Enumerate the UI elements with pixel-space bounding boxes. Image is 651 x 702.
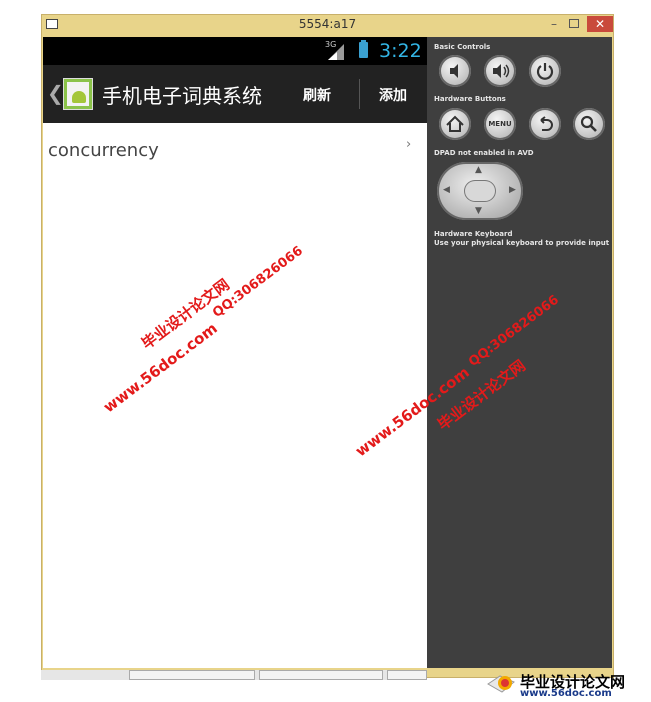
volume-down-icon xyxy=(450,64,458,78)
title-bar[interactable]: 5554:a17 – ✕ xyxy=(42,15,613,36)
power-button[interactable] xyxy=(529,55,561,87)
dpad-label: DPAD not enabled in AVD xyxy=(434,149,534,157)
maximize-button[interactable] xyxy=(565,17,581,31)
menu-button[interactable]: MENU xyxy=(484,108,516,140)
search-icon xyxy=(580,115,597,132)
home-button[interactable] xyxy=(439,108,471,140)
corner-watermark-url: www.56doc.com xyxy=(520,688,612,699)
device-screen: 3G 3:22 ❮ 手机电子词典系统 刷新 添加 concurrency › xyxy=(43,37,427,668)
keyboard-hint: Use your physical keyboard to provide in… xyxy=(434,239,610,247)
volume-up-button[interactable] xyxy=(484,55,516,87)
taskbar-item[interactable] xyxy=(259,670,383,680)
volume-up-icon xyxy=(493,64,510,78)
basic-controls-label: Basic Controls xyxy=(434,43,491,51)
site-logo-icon xyxy=(487,675,515,693)
dpad-up-icon[interactable]: ▲ xyxy=(475,165,482,175)
volume-down-button[interactable] xyxy=(439,55,471,87)
android-icon xyxy=(72,91,86,103)
menu-icon: MENU xyxy=(488,120,512,128)
list-item-label: concurrency xyxy=(48,140,159,161)
list-item[interactable]: concurrency › xyxy=(43,123,427,169)
back-arrow-icon[interactable]: ❮ xyxy=(47,81,64,105)
maximize-icon xyxy=(569,19,579,28)
hardware-buttons-label: Hardware Buttons xyxy=(434,95,506,103)
status-bar: 3G 3:22 xyxy=(43,37,427,65)
dpad-center-button[interactable] xyxy=(464,180,496,202)
status-clock: 3:22 xyxy=(379,40,422,62)
search-button[interactable] xyxy=(573,108,605,140)
home-icon xyxy=(446,115,464,132)
app-title: 手机电子词典系统 xyxy=(102,84,262,108)
dpad-down-icon[interactable]: ▼ xyxy=(475,206,482,216)
back-button[interactable] xyxy=(529,108,561,140)
emulator-control-panel: Basic Controls Hardware Buttons MENU DPA… xyxy=(427,37,612,668)
dpad-right-icon[interactable]: ▶ xyxy=(509,185,516,195)
chevron-right-icon: › xyxy=(406,137,412,152)
taskbar-strip xyxy=(41,670,427,680)
add-button[interactable]: 添加 xyxy=(379,85,407,105)
refresh-button[interactable]: 刷新 xyxy=(303,85,331,105)
taskbar-item[interactable] xyxy=(129,670,255,680)
back-icon xyxy=(540,116,553,131)
minimize-button[interactable]: – xyxy=(547,17,561,31)
taskbar-item[interactable] xyxy=(387,670,427,680)
dpad-control[interactable]: ▲ ▼ ◀ ▶ xyxy=(437,162,523,220)
action-divider xyxy=(359,79,360,109)
signal-icon xyxy=(328,44,344,60)
battery-icon xyxy=(359,42,368,58)
window-title: 5554:a17 xyxy=(298,17,357,31)
power-icon xyxy=(536,63,554,80)
dpad-left-icon[interactable]: ◀ xyxy=(443,185,450,195)
hardware-keyboard-label: Hardware Keyboard xyxy=(434,230,513,238)
close-button[interactable]: ✕ xyxy=(587,16,613,32)
action-bar: ❮ 手机电子词典系统 刷新 添加 xyxy=(43,65,427,123)
app-icon[interactable] xyxy=(63,78,93,110)
